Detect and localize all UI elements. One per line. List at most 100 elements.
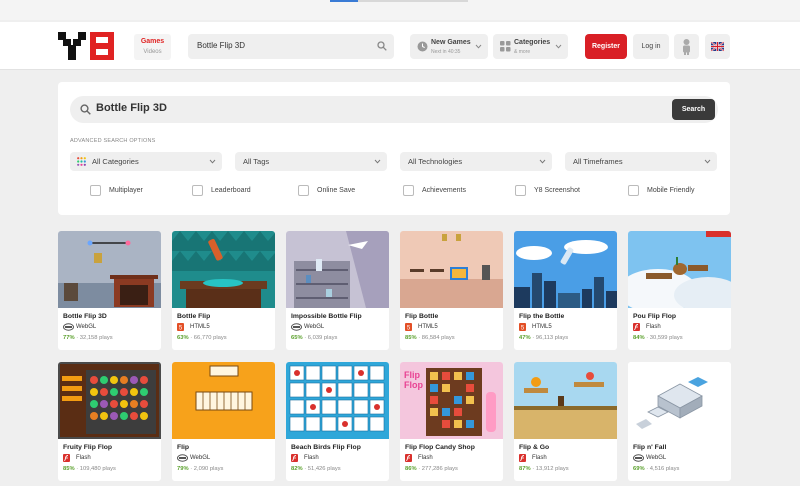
flash-icon [519, 454, 526, 462]
categories-button[interactable]: Categories & more [493, 34, 568, 59]
html5-icon: 5 [405, 323, 412, 331]
svg-text:Flip: Flip [404, 370, 420, 380]
game-thumbnail[interactable] [172, 231, 275, 308]
game-stats: 47% · 96,113 plays [519, 335, 569, 341]
game-title[interactable]: Flip & Go [519, 444, 549, 451]
game-title[interactable]: Flip the Bottle [519, 313, 564, 320]
game-thumbnail[interactable] [514, 231, 617, 308]
uk-flag-icon [710, 41, 725, 52]
rating: 85% [63, 466, 75, 472]
game-thumbnail[interactable] [400, 231, 503, 308]
search-button[interactable]: Search [672, 99, 715, 120]
game-title[interactable]: Impossible Bottle Flip [291, 313, 362, 320]
rating: 86% [405, 466, 417, 472]
game-thumbnail[interactable] [286, 231, 389, 308]
game-title[interactable]: Flip n' Fall [633, 444, 666, 451]
language-button[interactable] [705, 34, 730, 59]
checkbox[interactable] [403, 185, 414, 196]
checkbox[interactable] [90, 185, 101, 196]
technology-label: Flash [532, 455, 547, 461]
game-stats: 87% · 13,912 plays [519, 466, 569, 472]
technology-label: WebGL [646, 455, 667, 461]
game-card[interactable]: Flip WebGL 79% · 2,090 plays [172, 362, 275, 481]
game-thumbnail[interactable] [514, 362, 617, 439]
game-title[interactable]: Beach Birds Flip Flop [291, 444, 361, 451]
game-title[interactable]: Pou Flip Flop [633, 313, 676, 320]
site-header: Games Videos Bottle Flip 3D New Games Ne… [0, 22, 800, 70]
games-videos-switch[interactable]: Games Videos [134, 34, 171, 60]
user-icon [683, 39, 690, 55]
play-count: 66,770 plays [193, 335, 227, 341]
checkbox[interactable] [628, 185, 639, 196]
tag-select[interactable]: All Tags [235, 152, 387, 171]
search-icon[interactable] [377, 41, 387, 51]
categories-sub: & more [514, 49, 531, 55]
game-thumbnail[interactable] [58, 231, 161, 308]
webgl-icon [177, 454, 188, 462]
game-title[interactable]: Flip Flop Candy Shop [405, 444, 475, 451]
bottle-room-thumbnail-icon [58, 231, 161, 308]
new-games-countdown: Next in 40:35 [431, 49, 461, 55]
rating: 79% [177, 466, 189, 472]
user-avatar-button[interactable] [674, 34, 699, 59]
game-card[interactable]: Flip Flop Flip Flop Candy Shop Flash 86%… [400, 362, 503, 481]
play-count: 277,286 plays [421, 466, 458, 472]
game-thumbnail[interactable] [628, 231, 731, 308]
game-title[interactable]: Bottle Flip 3D [63, 313, 107, 320]
technology-label: WebGL [76, 324, 97, 330]
checkbox-label: Leaderboard [211, 187, 251, 194]
timeframe-select[interactable]: All Timeframes [565, 152, 717, 171]
game-card[interactable]: Flip & Go Flash 87% · 13,912 plays [514, 362, 617, 481]
chevron-down-icon [539, 159, 546, 164]
header-search-value: Bottle Flip 3D [197, 41, 246, 50]
header-search-input[interactable]: Bottle Flip 3D [188, 34, 394, 59]
game-card[interactable]: Pou Flip Flop Flash 84% · 30,599 plays [628, 231, 731, 350]
category-select[interactable]: All Categories [70, 152, 222, 171]
y8-logo[interactable] [58, 32, 118, 60]
fruit-grid-thumbnail-icon [58, 362, 161, 439]
rating: 87% [519, 466, 531, 472]
game-stats: 86% · 277,286 plays [405, 466, 458, 472]
game-card[interactable]: Fruity Flip Flop Flash 85% · 109,480 pla… [58, 362, 161, 481]
svg-text:Flop: Flop [404, 380, 423, 390]
game-thumbnail[interactable] [628, 362, 731, 439]
game-stats: 85% · 109,480 plays [63, 466, 116, 472]
game-thumbnail[interactable] [58, 362, 161, 439]
new-games-button[interactable]: New Games Next in 40:35 [410, 34, 488, 59]
game-thumbnail[interactable] [172, 362, 275, 439]
play-count: 13,912 plays [535, 466, 569, 472]
checkbox-label: Y8 Screenshot [534, 187, 580, 194]
game-title[interactable]: Flip Bottle [405, 313, 438, 320]
checkbox[interactable] [192, 185, 203, 196]
webgl-icon [633, 454, 644, 462]
game-card[interactable]: Impossible Bottle Flip WebGL 65% · 6,039… [286, 231, 389, 350]
game-card[interactable]: Flip the Bottle 5 HTML5 47% · 96,113 pla… [514, 231, 617, 350]
game-card[interactable]: Flip n' Fall WebGL 69% · 4,516 plays [628, 362, 731, 481]
checkbox[interactable] [298, 185, 309, 196]
advanced-search-heading: ADVANCED SEARCH OPTIONS [70, 138, 156, 144]
login-button[interactable]: Log in [633, 34, 669, 59]
game-card[interactable]: Bottle Flip 3D WebGL 77% · 32,158 plays [58, 231, 161, 350]
game-title[interactable]: Bottle Flip [177, 313, 210, 320]
isometric-blocks-thumbnail-icon [628, 362, 731, 439]
register-button[interactable]: Register [585, 34, 627, 59]
new-games-label: New Games [431, 39, 471, 46]
technology-label: Flash [304, 455, 319, 461]
checkbox-label: Multiplayer [109, 187, 143, 194]
game-card[interactable]: Bottle Flip 5 HTML5 63% · 66,770 plays [172, 231, 275, 350]
main-search-input[interactable]: Bottle Flip 3D Search [70, 96, 718, 123]
top-progress-strip [0, 0, 800, 20]
checkbox[interactable] [515, 185, 526, 196]
technology-select[interactable]: All Technologies [400, 152, 552, 171]
chevron-down-icon [475, 44, 482, 49]
nav-videos[interactable]: Videos [134, 47, 171, 58]
game-thumbnail[interactable]: Flip Flop [400, 362, 503, 439]
game-title[interactable]: Flip [177, 444, 189, 451]
technology-label: WebGL [304, 324, 325, 330]
nav-games[interactable]: Games [134, 37, 171, 46]
game-stats: 82% · 51,426 plays [291, 466, 341, 472]
game-title[interactable]: Fruity Flip Flop [63, 444, 112, 451]
game-card[interactable]: Flip Bottle 5 HTML5 85% · 86,584 plays [400, 231, 503, 350]
game-card[interactable]: Beach Birds Flip Flop Flash 82% · 51,426… [286, 362, 389, 481]
game-thumbnail[interactable] [286, 362, 389, 439]
